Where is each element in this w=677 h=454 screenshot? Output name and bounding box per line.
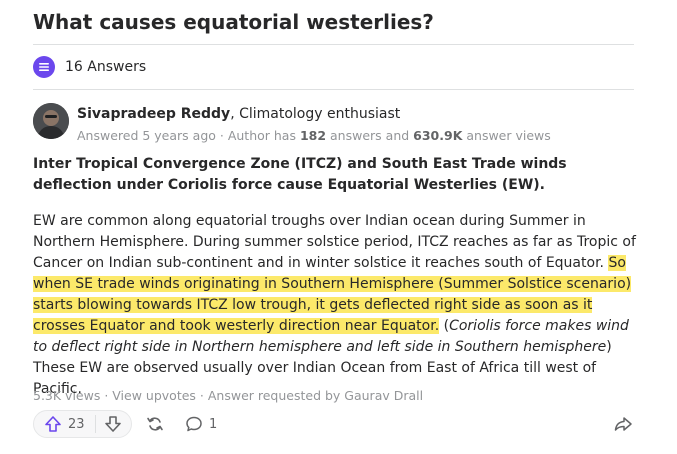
comment-button[interactable]: 1 bbox=[185, 410, 217, 438]
author-credential: , Climatology enthusiast bbox=[230, 106, 401, 122]
share-button[interactable] bbox=[145, 410, 165, 438]
title-divider bbox=[33, 44, 634, 45]
answer-lead: Inter Tropical Convergence Zone (ITCZ) a… bbox=[33, 156, 567, 193]
answers-divider bbox=[33, 89, 634, 90]
downvote-icon bbox=[104, 415, 122, 433]
answers-icon bbox=[33, 56, 55, 78]
forward-button[interactable] bbox=[613, 410, 633, 438]
answer-paragraph: EW are common along equatorial troughs o… bbox=[33, 213, 636, 271]
answer-meta: Answered 5 years ago · Author has 182 an… bbox=[77, 127, 551, 145]
avatar[interactable] bbox=[33, 103, 69, 139]
views-count: 5.3K views bbox=[33, 388, 101, 403]
answer-requested: Answer requested by Gaurav Drall bbox=[207, 388, 424, 403]
paren-close: ) bbox=[606, 339, 612, 355]
question-title[interactable]: What causes equatorial westerlies? bbox=[33, 8, 643, 36]
upvote-icon bbox=[44, 415, 62, 433]
meta-text: answer views bbox=[462, 128, 551, 143]
stats-separator: · bbox=[195, 388, 208, 403]
upvote-button[interactable]: 23 bbox=[34, 411, 85, 437]
author-name[interactable]: Sivapradeep Reddy bbox=[77, 106, 230, 122]
answered-time[interactable]: Answered 5 years ago bbox=[77, 128, 216, 143]
view-upvotes-link[interactable]: View upvotes bbox=[112, 388, 196, 403]
downvote-button[interactable] bbox=[96, 411, 122, 437]
forward-icon bbox=[613, 414, 633, 434]
answer-body: EW are common along equatorial troughs o… bbox=[33, 211, 643, 400]
stats-separator: · bbox=[100, 388, 113, 403]
meta-text: answers and bbox=[326, 128, 414, 143]
answer-stats: 5.3K views · View upvotes · Answer reque… bbox=[33, 387, 423, 405]
share-icon bbox=[145, 414, 165, 434]
action-bar: 23 1 bbox=[33, 410, 643, 438]
upvote-count: 23 bbox=[68, 416, 85, 432]
answers-header: 16 Answers bbox=[33, 55, 146, 79]
comment-icon bbox=[185, 415, 203, 433]
comment-count: 1 bbox=[209, 416, 218, 432]
author-views-count: 630.9K bbox=[413, 128, 463, 143]
author-line: Sivapradeep Reddy, Climatology enthusias… bbox=[77, 104, 400, 124]
vote-pill: 23 bbox=[33, 410, 132, 438]
paren-open: ( bbox=[439, 318, 450, 334]
answers-count: 16 Answers bbox=[65, 59, 147, 75]
author-answers-count: 182 bbox=[299, 128, 327, 143]
meta-text: · Author has bbox=[215, 128, 300, 143]
